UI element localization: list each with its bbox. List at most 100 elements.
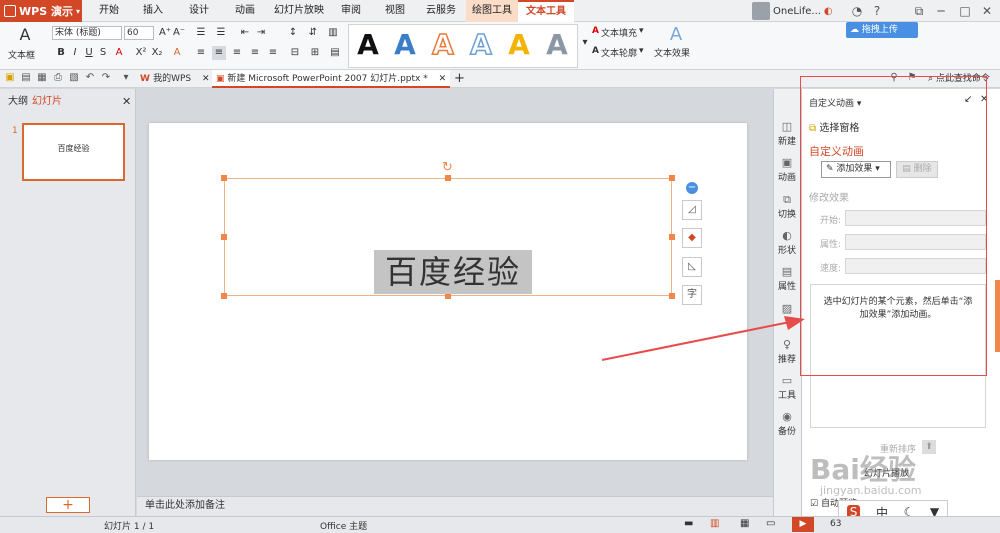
notes-area[interactable]: 单击此处添加备注 [137, 496, 773, 516]
text-effect-icon[interactable]: A [666, 24, 686, 45]
resize-handle[interactable] [221, 175, 227, 181]
tab-slideshow[interactable]: 幻灯片放映 [270, 0, 328, 22]
print-preview-icon[interactable]: ▧ [68, 72, 80, 84]
convert-smartart-icon[interactable]: ⊞ [308, 46, 322, 60]
bullet-list-icon[interactable]: ☰ [194, 26, 208, 40]
tab-insert[interactable]: 插入 [136, 0, 170, 22]
text-fill-button[interactable]: A 文本填充 ▾ [592, 26, 644, 39]
superscript-icon[interactable]: X² [134, 46, 148, 60]
zoom-level[interactable]: 63 [830, 519, 841, 529]
clear-format-icon[interactable]: A [170, 46, 184, 60]
restore-window-icon[interactable]: ⧉ [908, 0, 930, 22]
minimize-icon[interactable]: ─ [930, 0, 952, 22]
decrease-indent-icon[interactable]: ⇤ [238, 26, 252, 40]
tab-design[interactable]: 设计 [182, 0, 216, 22]
resize-handle[interactable] [221, 293, 227, 299]
close-icon[interactable]: ✕ [976, 0, 998, 22]
pane-edge-handle[interactable] [995, 280, 1000, 352]
tab-review[interactable]: 审阅 [334, 0, 368, 22]
help-icon[interactable]: ? [866, 0, 888, 22]
sidebar-item-1[interactable]: ▣ 动画 [773, 156, 801, 183]
bold-icon[interactable]: B [54, 46, 68, 60]
font-color-icon[interactable]: A [112, 46, 126, 60]
tab-document[interactable]: ▣ 新建 Microsoft PowerPoint 2007 幻灯片.pptx … [212, 70, 451, 88]
wordart-style-2[interactable]: A [388, 28, 422, 62]
wordart-style-4[interactable]: A [464, 27, 498, 62]
skin-icon[interactable]: ◐ [824, 6, 833, 17]
resize-handle[interactable] [221, 234, 227, 240]
text-outline-button[interactable]: A 文本轮廓 ▾ [592, 46, 644, 59]
tab-home[interactable]: 开始 [92, 0, 126, 22]
notes-toggle-icon[interactable]: ▬ [684, 518, 693, 529]
tab-text-tools[interactable]: 文本工具 [518, 0, 574, 22]
tab-drawing-tools[interactable]: 绘图工具 [466, 0, 518, 22]
align-left-icon[interactable]: ≡ [194, 46, 208, 60]
resize-handle[interactable] [669, 293, 675, 299]
wordart-style-1[interactable]: A [351, 28, 385, 62]
move-up-icon[interactable]: ⬆ [922, 440, 936, 454]
add-slide-button[interactable]: + [46, 497, 90, 513]
close-icon[interactable]: ✕ [202, 74, 210, 84]
text-char-icon[interactable]: 字 [682, 285, 702, 305]
align-center-icon[interactable]: ≡ [212, 46, 226, 60]
redo-icon[interactable]: ↷ [100, 72, 112, 84]
resize-handle[interactable] [445, 175, 451, 181]
save-icon[interactable]: ▤ [20, 72, 32, 84]
align-text-icon[interactable]: ⊟ [288, 46, 302, 60]
sidebar-item-2[interactable]: ⧉ 切换 [773, 193, 801, 220]
play-icon[interactable]: ▶ [792, 517, 814, 532]
normal-view-icon[interactable]: ▥ [710, 518, 719, 529]
underline-icon[interactable]: U [82, 46, 96, 60]
text-box-settings-icon[interactable]: ▤ [328, 46, 342, 60]
collapse-icon[interactable]: − [686, 182, 698, 194]
slide-title-text[interactable]: 百度经验 [374, 250, 532, 294]
sidebar-item-8[interactable]: ◉ 备份 [773, 410, 801, 437]
sidebar-item-0[interactable]: ◫ 新建 [773, 120, 801, 147]
tab-view[interactable]: 视图 [378, 0, 412, 22]
shape-style-icon[interactable]: ◿ [682, 200, 702, 220]
italic-icon[interactable]: I [68, 46, 82, 60]
print-icon[interactable]: ⎙ [52, 72, 64, 84]
new-tab-button[interactable]: + [450, 70, 469, 88]
align-right-icon[interactable]: ≡ [230, 46, 244, 60]
wordart-style-6[interactable]: A [540, 28, 574, 62]
drag-upload-button[interactable]: ☁ 拖拽上传 [846, 22, 918, 38]
outline-pen-icon[interactable]: ◺ [682, 257, 702, 277]
reading-view-icon[interactable]: ▭ [766, 518, 775, 529]
user-area[interactable]: OneLife... ◐ [752, 0, 840, 22]
close-panel-icon[interactable]: ✕ [122, 96, 131, 108]
gallery-more-icon[interactable]: ▾ [578, 36, 592, 50]
font-name-select[interactable]: 宋体 (标题) [52, 26, 122, 40]
sidebar-item-5[interactable]: ▨ [773, 302, 801, 316]
customize-qa-icon[interactable]: ▾ [120, 72, 132, 84]
notification-icon[interactable]: ◔ [846, 0, 868, 22]
wordart-style-3[interactable]: A [426, 27, 460, 62]
strikethrough-icon[interactable]: S [96, 46, 110, 60]
sidebar-item-7[interactable]: ▭ 工具 [773, 374, 801, 401]
text-effect-button[interactable]: 文本效果 [654, 46, 690, 59]
close-icon[interactable]: ✕ [439, 74, 447, 84]
increase-indent-icon[interactable]: ⇥ [254, 26, 268, 40]
rotate-handle-icon[interactable]: ↻ [442, 160, 453, 175]
app-menu-button[interactable]: WPS 演示 ▾ [0, 0, 82, 22]
tab-cloud[interactable]: 云服务 [420, 0, 462, 22]
sidebar-item-4[interactable]: ▤ 属性 [773, 265, 801, 292]
open-icon[interactable]: ▣ [4, 72, 16, 84]
grow-font-icon[interactable]: A⁺ [158, 26, 172, 40]
font-size-select[interactable]: 60 [124, 26, 154, 40]
justify-icon[interactable]: ≡ [248, 46, 262, 60]
tab-my-wps[interactable]: W 我的WPS ✕ [136, 70, 214, 88]
wordart-style-5[interactable]: A [502, 28, 536, 62]
textbox-button[interactable]: 文本框 [8, 48, 35, 61]
line-spacing-icon[interactable]: ↕ [286, 26, 300, 40]
resize-handle[interactable] [669, 175, 675, 181]
undo-icon[interactable]: ↶ [84, 72, 96, 84]
maximize-icon[interactable]: □ [954, 0, 976, 22]
text-direction-icon[interactable]: ⇵ [306, 26, 320, 40]
sorter-view-icon[interactable]: ▦ [740, 518, 749, 529]
textbox-icon[interactable]: A [14, 26, 36, 44]
tab-slides[interactable]: 幻灯片 [32, 96, 62, 108]
numbered-list-icon[interactable]: ☰ [214, 26, 228, 40]
tab-animation[interactable]: 动画 [228, 0, 262, 22]
output-pdf-icon[interactable]: ▦ [36, 72, 48, 84]
